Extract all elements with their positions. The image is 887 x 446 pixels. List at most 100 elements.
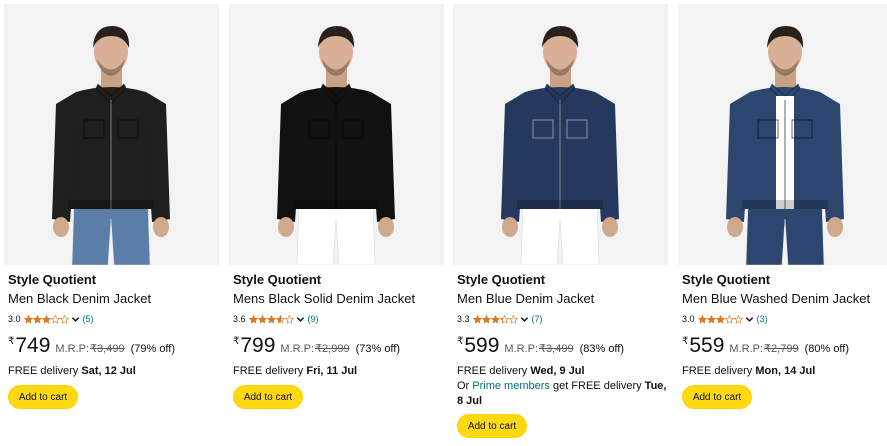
mrp-value: ₹3,499	[539, 343, 574, 355]
product-title[interactable]: Men Blue Washed Denim Jacket	[682, 291, 870, 306]
price: 559	[689, 334, 725, 357]
delivery-info: FREE delivery Wed, 9 Jul Or Prime member…	[457, 364, 669, 409]
mrp-label: M.R.P:	[55, 343, 90, 355]
rating-value: 3.3	[457, 314, 470, 324]
price: 599	[464, 334, 500, 357]
rating-row: 3.6 (9)	[233, 313, 319, 325]
star-icon	[697, 314, 707, 324]
delivery-date: Fri, 11 Jul	[306, 365, 358, 377]
product-title[interactable]: Men Black Denim Jacket	[8, 291, 151, 306]
review-count[interactable]: (5)	[83, 314, 94, 324]
product-title[interactable]: Mens Black Solid Denim Jacket	[233, 291, 415, 306]
review-count[interactable]: (3)	[757, 314, 768, 324]
jacket-model-photo	[229, 4, 444, 265]
price-row: ₹ 799 M.R.P: ₹2,999 (73% off)	[233, 334, 400, 360]
rating-value: 3.0	[8, 314, 21, 324]
delivery-date: Mon, 14 Jul	[755, 365, 816, 377]
star-icon	[248, 314, 258, 324]
product-image[interactable]	[229, 4, 444, 265]
product-image[interactable]	[4, 4, 219, 265]
rating-value: 3.0	[682, 314, 695, 324]
chevron-down-icon[interactable]	[296, 315, 305, 324]
price-row: ₹ 599 M.R.P: ₹3,499 (83% off)	[457, 334, 624, 360]
star-icon	[50, 314, 60, 324]
star-icon	[41, 314, 51, 324]
rating-row: 3.0 (5)	[8, 313, 94, 325]
star-icon	[257, 314, 267, 324]
jacket-model-photo	[453, 4, 668, 265]
mrp-value: ₹2,799	[764, 343, 799, 355]
price-row: ₹ 559 M.R.P: ₹2,799 (80% off)	[682, 334, 849, 360]
star-rating[interactable]	[697, 314, 743, 324]
mrp-value: ₹3,499	[90, 343, 125, 355]
review-count[interactable]: (7)	[532, 314, 543, 324]
chevron-down-icon[interactable]	[520, 315, 529, 324]
star-icon	[490, 314, 500, 324]
star-icon	[508, 314, 518, 324]
product-card: Style Quotient Men Blue Washed Denim Jac…	[674, 0, 887, 446]
mrp-label: M.R.P:	[729, 343, 764, 355]
delivery-prefix: FREE delivery	[457, 365, 531, 377]
jacket-model-photo	[678, 4, 887, 265]
delivery-info: FREE delivery Mon, 14 Jul	[682, 364, 887, 379]
product-brand: Style Quotient	[8, 272, 97, 287]
delivery-prefix: FREE delivery	[682, 365, 756, 377]
add-to-cart-button[interactable]: Add to cart	[8, 385, 78, 409]
add-to-cart-button[interactable]: Add to cart	[233, 385, 303, 409]
mrp-label: M.R.P:	[504, 343, 539, 355]
star-icon	[715, 314, 725, 324]
star-rating[interactable]	[248, 314, 294, 324]
chevron-down-icon[interactable]	[745, 315, 754, 324]
product-brand: Style Quotient	[682, 272, 771, 287]
star-icon	[59, 314, 69, 324]
price: 799	[240, 334, 276, 357]
currency-symbol: ₹	[457, 336, 464, 347]
product-card: Style Quotient Mens Black Solid Denim Ja…	[225, 0, 444, 446]
star-icon	[23, 314, 33, 324]
price-row: ₹ 749 M.R.P: ₹3,499 (79% off)	[8, 334, 175, 360]
product-card: Style Quotient Men Blue Denim Jacket 3.3…	[449, 0, 668, 446]
prime-prefix: Or	[457, 380, 473, 392]
prime-members-link[interactable]: Prime members	[472, 380, 550, 392]
add-to-cart-button[interactable]: Add to cart	[457, 414, 527, 438]
discount: (83% off)	[579, 343, 625, 355]
delivery-date: Sat, 12 Jul	[81, 365, 136, 377]
star-rating[interactable]	[23, 314, 69, 324]
star-icon	[499, 314, 509, 324]
product-image[interactable]	[678, 4, 887, 265]
star-rating[interactable]	[472, 314, 518, 324]
rating-row: 3.0 (3)	[682, 313, 768, 325]
product-image[interactable]	[453, 4, 668, 265]
star-icon	[706, 314, 716, 324]
star-icon	[472, 314, 482, 324]
star-icon	[481, 314, 491, 324]
star-icon	[275, 314, 285, 324]
discount: (80% off)	[804, 343, 850, 355]
discount: (73% off)	[355, 343, 401, 355]
prime-middle: get FREE delivery	[549, 380, 645, 392]
star-icon	[733, 314, 743, 324]
mrp-label: M.R.P:	[280, 343, 315, 355]
product-brand: Style Quotient	[457, 272, 546, 287]
currency-symbol: ₹	[682, 336, 689, 347]
rating-value: 3.6	[233, 314, 246, 324]
add-to-cart-button[interactable]: Add to cart	[682, 385, 752, 409]
currency-symbol: ₹	[8, 336, 15, 347]
rating-row: 3.3 (7)	[457, 313, 543, 325]
product-title[interactable]: Men Blue Denim Jacket	[457, 291, 594, 306]
star-icon	[32, 314, 42, 324]
star-icon	[266, 314, 276, 324]
product-grid: Style Quotient Men Black Denim Jacket 3.…	[0, 0, 887, 446]
product-brand: Style Quotient	[233, 272, 322, 287]
delivery-info: FREE delivery Fri, 11 Jul	[233, 364, 445, 379]
delivery-prefix: FREE delivery	[8, 365, 82, 377]
star-icon	[284, 314, 294, 324]
mrp-value: ₹2,999	[315, 343, 350, 355]
currency-symbol: ₹	[233, 336, 240, 347]
delivery-date: Wed, 9 Jul	[530, 365, 585, 377]
delivery-info: FREE delivery Sat, 12 Jul	[8, 364, 220, 379]
delivery-prefix: FREE delivery	[233, 365, 307, 377]
product-card: Style Quotient Men Black Denim Jacket 3.…	[0, 0, 219, 446]
chevron-down-icon[interactable]	[71, 315, 80, 324]
review-count[interactable]: (9)	[308, 314, 319, 324]
